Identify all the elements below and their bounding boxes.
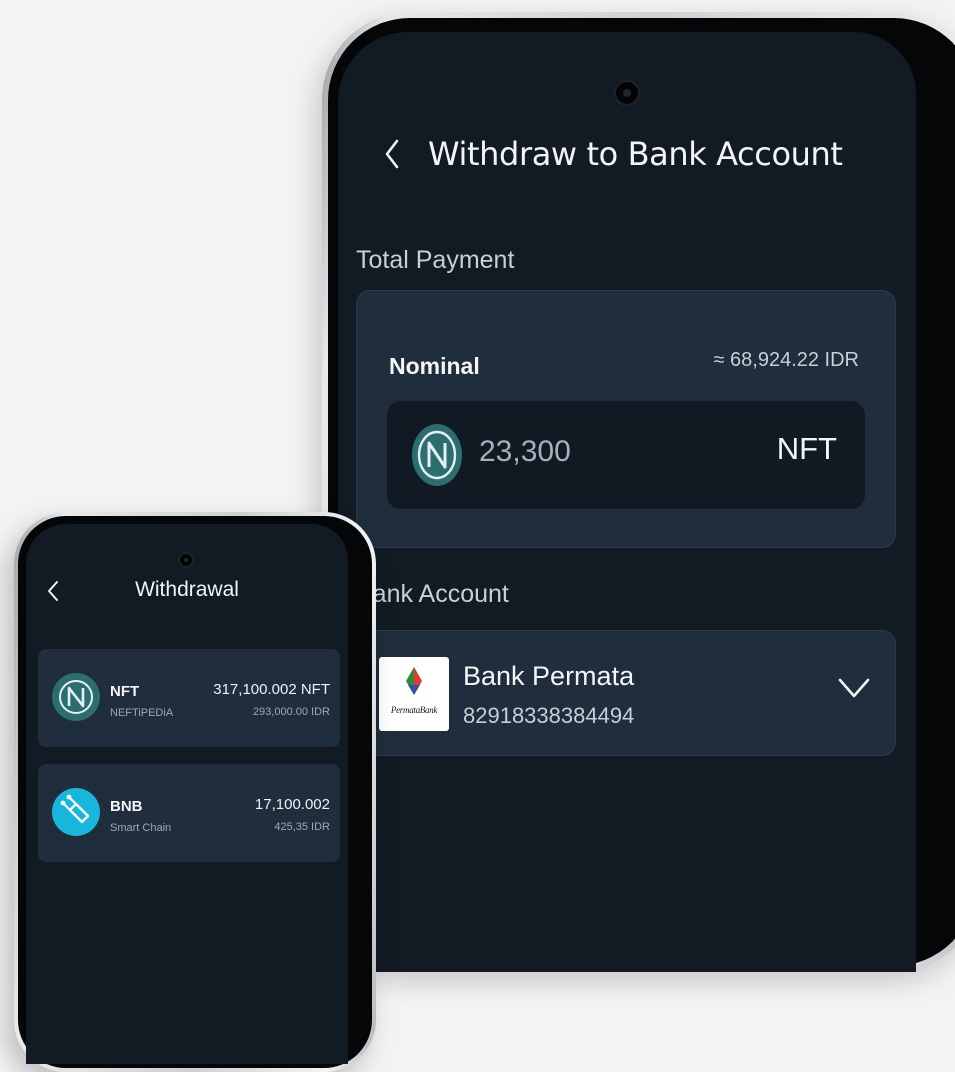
asset-name: BNB <box>110 798 143 815</box>
asset-amount: 317,100.002 NFT <box>213 681 330 698</box>
chevron-left-icon <box>385 139 399 169</box>
phone-bezel: Withdraw to Bank Account Total Payment N… <box>328 18 955 972</box>
asset-network: Smart Chain <box>110 822 172 834</box>
nominal-label: Nominal <box>389 353 480 379</box>
bank-name: Bank Permata <box>463 661 635 691</box>
asset-row-nft[interactable]: NFT NEFTiPEDiA 317,100.002 NFT 293,000.0… <box>38 649 340 747</box>
page-title: Withdraw to Bank Account <box>428 135 843 173</box>
idr-approx-value: ≈ 68,924.22 IDR <box>713 349 859 371</box>
asset-fiat-value: 425,35 IDR <box>274 821 330 833</box>
asset-network: NEFTiPEDiA <box>110 707 174 719</box>
bank-logo-text: PermataBank <box>390 705 438 715</box>
withdraw-screen: Withdraw to Bank Account Total Payment N… <box>338 32 916 972</box>
page-title: Withdrawal <box>135 578 239 601</box>
screen-header: Withdrawal <box>26 576 348 606</box>
phone-withdraw-to-bank: Withdraw to Bank Account Total Payment N… <box>322 12 955 972</box>
permata-bank-logo: PermataBank <box>379 657 449 731</box>
total-payment-label: Total Payment <box>356 246 515 274</box>
withdrawal-screen: Withdrawal NFT NEFTiPEDiA 317,100.002 NF… <box>26 524 348 1064</box>
asset-name: NFT <box>110 683 140 700</box>
bank-account-select[interactable]: PermataBank Bank Permata 82918338384494 <box>356 630 896 756</box>
asset-amount: 17,100.002 <box>254 796 330 813</box>
back-button[interactable] <box>378 134 406 174</box>
screen-header: Withdraw to Bank Account <box>378 134 843 174</box>
amount-unit: NFT <box>776 431 837 466</box>
phone-withdrawal: Withdrawal NFT NEFTiPEDiA 317,100.002 NF… <box>14 512 376 1072</box>
asset-fiat-value: 293,000.00 IDR <box>252 706 330 718</box>
front-camera <box>614 80 640 106</box>
asset-row-bnb[interactable]: BNB Smart Chain 17,100.002 425,35 IDR <box>38 764 340 862</box>
nft-coin-icon <box>52 673 100 721</box>
amount-value: 23,300 <box>479 435 571 468</box>
total-payment-card: Nominal ≈ 68,924.22 IDR 23,300 NFT <box>356 290 896 548</box>
nft-coin-icon <box>411 423 463 487</box>
chevron-down-icon[interactable] <box>837 675 871 701</box>
amount-input[interactable]: 23,300 NFT <box>387 401 865 509</box>
phone-bezel: Withdrawal NFT NEFTiPEDiA 317,100.002 NF… <box>18 516 372 1068</box>
bank-account-number: 82918338384494 <box>463 703 635 728</box>
smart-chain-icon <box>52 788 100 836</box>
bank-account-label: Bank Account <box>356 580 509 608</box>
front-camera <box>178 552 194 568</box>
